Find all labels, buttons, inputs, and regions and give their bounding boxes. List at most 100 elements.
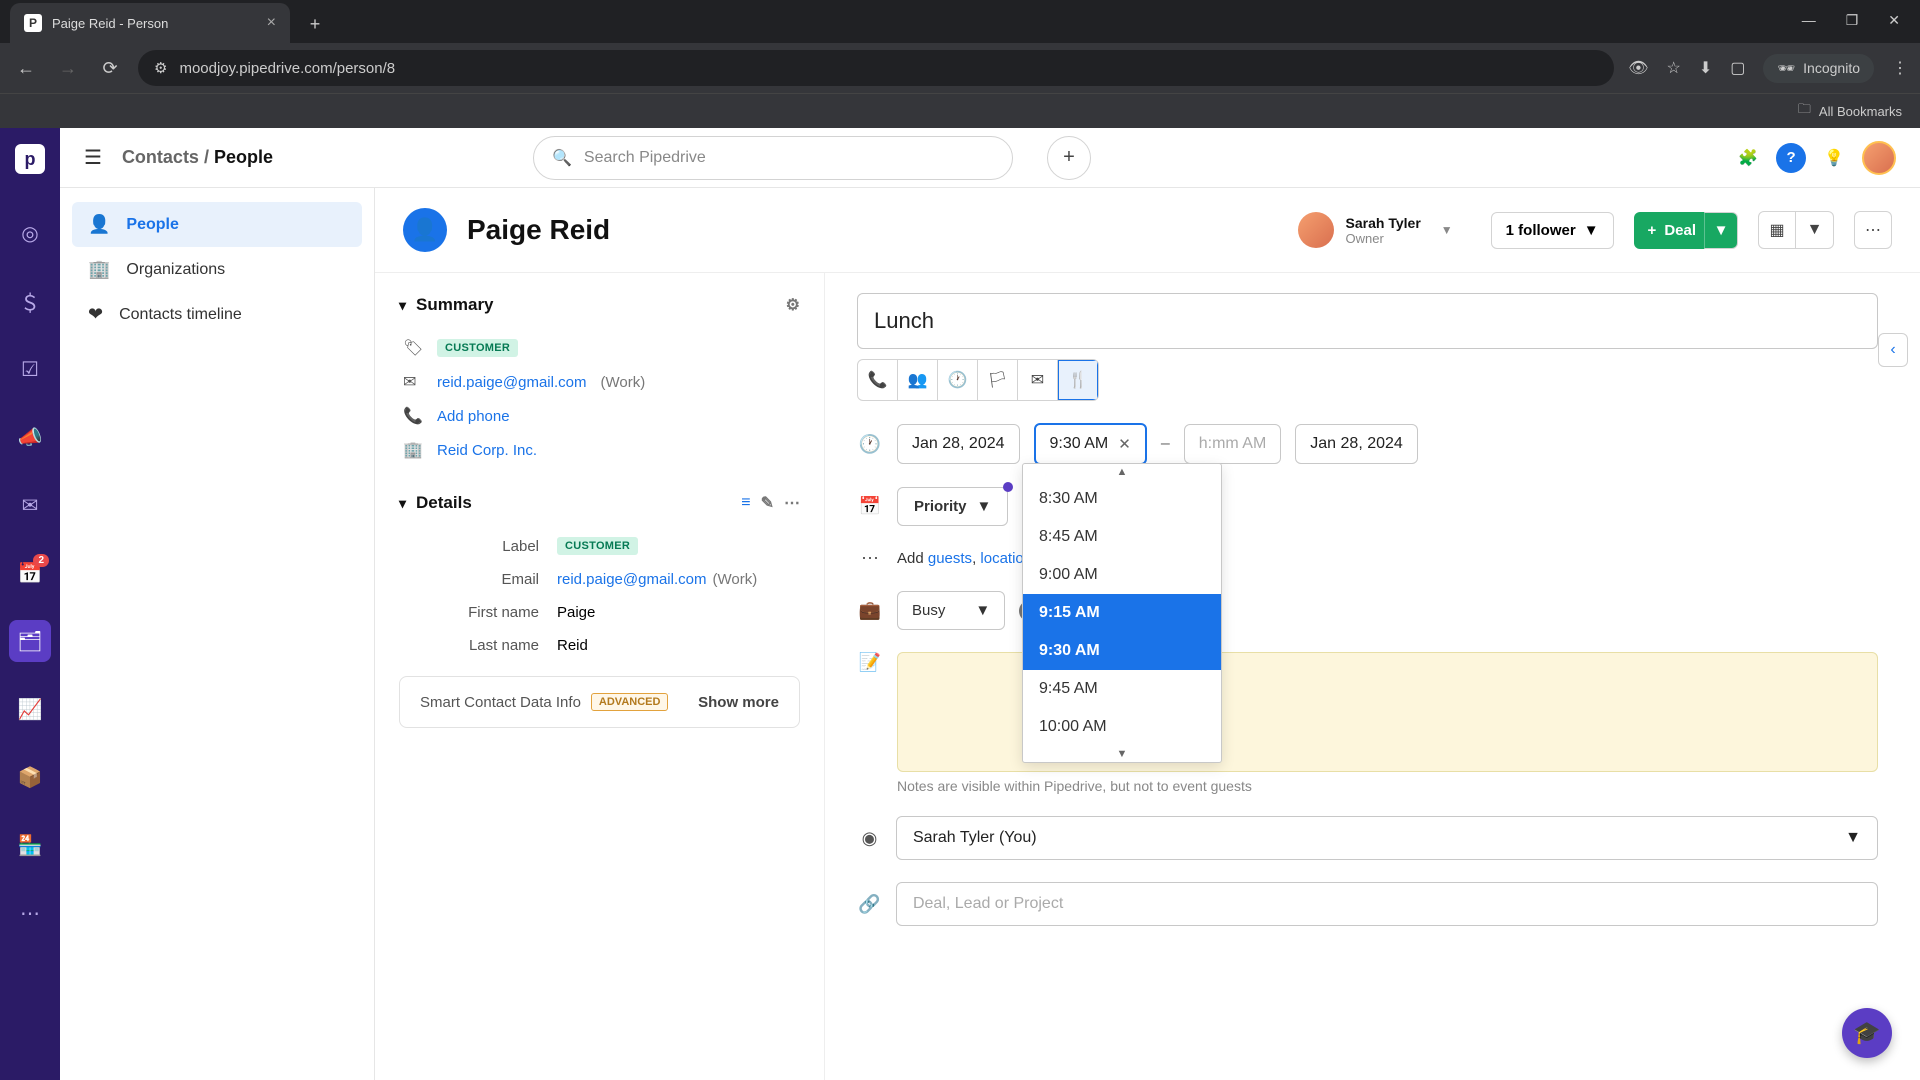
time-option[interactable]: 9:15 AM <box>1023 594 1221 632</box>
layout-grid-button[interactable]: ▦ <box>1758 211 1796 249</box>
detail-value: Paige <box>557 604 595 621</box>
rail-dollar-icon[interactable]: ＄ <box>9 280 51 322</box>
clear-time-icon[interactable]: ✕ <box>1118 435 1131 453</box>
deal-lead-input[interactable]: Deal, Lead or Project <box>896 882 1878 926</box>
breadcrumb-parent[interactable]: Contacts <box>122 147 199 167</box>
user-avatar[interactable] <box>1862 141 1896 175</box>
sidebar-item-timeline[interactable]: ❤ Contacts timeline <box>72 292 362 337</box>
incognito-badge[interactable]: 🕶 Incognito <box>1763 54 1874 83</box>
detail-label: Last name <box>399 637 539 654</box>
busy-dropdown[interactable]: Busy ▼ <box>897 591 1005 630</box>
gear-icon[interactable]: ⚙ <box>786 295 800 315</box>
contact-avatar-icon[interactable]: 👤 <box>403 208 447 252</box>
rail-products-icon[interactable]: 📦 <box>9 756 51 798</box>
assignee-value: Sarah Tyler (You) <box>913 829 1037 847</box>
activity-meeting-icon[interactable]: 👥 <box>898 360 938 400</box>
start-date-input[interactable]: Jan 28, 2024 <box>897 424 1020 464</box>
start-time-input[interactable]: 9:30 AM ✕ <box>1034 423 1147 465</box>
add-button[interactable]: + <box>1047 136 1091 180</box>
rail-mail-icon[interactable]: ✉ <box>9 484 51 526</box>
url-input[interactable]: ⚙ moodjoy.pipedrive.com/person/8 <box>138 50 1614 86</box>
incognito-icon: 🕶 <box>1777 60 1795 77</box>
email-link[interactable]: reid.paige@gmail.com <box>437 374 586 391</box>
end-date-input[interactable]: Jan 28, 2024 <box>1295 424 1418 464</box>
time-option[interactable]: 9:45 AM <box>1023 670 1221 708</box>
site-settings-icon[interactable]: ⚙ <box>154 59 167 77</box>
detail-value: Reid <box>557 637 588 654</box>
add-phone-link[interactable]: Add phone <box>437 408 510 425</box>
show-more-link[interactable]: Show more <box>698 694 779 711</box>
reload-button[interactable]: ⟳ <box>96 54 124 82</box>
rail-check-icon[interactable]: ☑ <box>9 348 51 390</box>
maximize-icon[interactable]: ❐ <box>1846 12 1859 31</box>
time-option[interactable]: 8:45 AM <box>1023 518 1221 556</box>
sidebar: 👤 People 🏢 Organizations ❤ Contacts time… <box>60 188 375 1080</box>
time-option-selected[interactable]: 9:30 AM <box>1023 632 1221 670</box>
close-tab-icon[interactable]: × <box>267 14 276 32</box>
add-deal-button[interactable]: + Deal <box>1634 212 1710 249</box>
lightbulb-icon[interactable]: 💡 <box>1824 148 1844 168</box>
customer-tag[interactable]: CUSTOMER <box>557 537 638 555</box>
more-icon[interactable]: ⋯ <box>784 493 800 513</box>
priority-dropdown[interactable]: Priority ▼ <box>897 487 1008 526</box>
edit-icon[interactable]: ✎ <box>761 493 774 513</box>
sidebar-item-people[interactable]: 👤 People <box>72 202 362 247</box>
assignee-dropdown[interactable]: Sarah Tyler (You) ▼ <box>896 816 1878 860</box>
close-window-icon[interactable]: ✕ <box>1888 12 1900 31</box>
time-option[interactable]: 8:30 AM <box>1023 480 1221 518</box>
rail-megaphone-icon[interactable]: 📣 <box>9 416 51 458</box>
owner-avatar[interactable] <box>1298 212 1334 248</box>
bookmarks-folder-icon[interactable]: 🗀 <box>1798 100 1811 122</box>
activity-task-icon[interactable]: 🕐 <box>938 360 978 400</box>
end-time-input[interactable]: h:mm AM <box>1184 424 1282 464</box>
search-input[interactable]: 🔍 Search Pipedrive <box>533 136 1013 180</box>
collapse-panel-button[interactable]: ‹ <box>1878 333 1908 367</box>
owner-dropdown-icon[interactable]: ▼ <box>1441 223 1453 237</box>
rail-target-icon[interactable]: ◎ <box>9 212 51 254</box>
back-button[interactable]: ← <box>12 54 40 82</box>
customer-tag[interactable]: CUSTOMER <box>437 339 518 357</box>
pipedrive-logo[interactable]: p <box>15 144 45 174</box>
rail-marketplace-icon[interactable]: 🏪 <box>9 824 51 866</box>
rail-insights-icon[interactable]: 📈 <box>9 688 51 730</box>
help-icon[interactable]: ? <box>1776 143 1806 173</box>
collapse-icon[interactable]: ▾ <box>399 495 406 512</box>
email-link[interactable]: reid.paige@gmail.com <box>557 571 706 588</box>
activity-email-icon[interactable]: ✉ <box>1018 360 1058 400</box>
more-actions-button[interactable]: ⋯ <box>1854 211 1892 249</box>
activity-call-icon[interactable]: 📞 <box>858 360 898 400</box>
deal-dropdown-button[interactable]: ▼ <box>1704 212 1738 249</box>
minimize-icon[interactable]: — <box>1802 12 1816 31</box>
follower-button[interactable]: 1 follower ▼ <box>1491 212 1614 249</box>
layout-dropdown-button[interactable]: ▼ <box>1796 211 1834 249</box>
collapse-sidebar-icon[interactable]: ☰ <box>84 145 102 170</box>
forward-button[interactable]: → <box>54 54 82 82</box>
academy-fab[interactable]: 🎓 <box>1842 1008 1892 1058</box>
panel-icon[interactable]: ▢ <box>1730 58 1745 78</box>
activity-lunch-icon[interactable]: 🍴 <box>1058 360 1098 400</box>
filter-icon[interactable]: ≡ <box>741 494 750 512</box>
bookmark-star-icon[interactable]: ☆ <box>1667 58 1681 78</box>
scroll-up-icon[interactable]: ▲ <box>1023 464 1221 480</box>
rail-calendar-icon[interactable]: 📅 2 <box>9 552 51 594</box>
browser-tab[interactable]: P Paige Reid - Person × <box>10 3 290 43</box>
new-tab-button[interactable]: + <box>300 9 330 39</box>
eye-off-icon[interactable]: 👁 <box>1628 58 1648 78</box>
time-option[interactable]: 9:00 AM <box>1023 556 1221 594</box>
download-icon[interactable]: ⬇ <box>1699 58 1712 78</box>
activity-title-input[interactable] <box>857 293 1878 349</box>
time-option[interactable]: 10:00 AM <box>1023 708 1221 746</box>
org-link[interactable]: Reid Corp. Inc. <box>437 442 537 459</box>
extensions-icon[interactable]: 🧩 <box>1738 148 1758 168</box>
sidebar-item-label: Contacts timeline <box>119 306 242 324</box>
all-bookmarks-link[interactable]: All Bookmarks <box>1819 104 1902 119</box>
collapse-icon[interactable]: ▾ <box>399 297 406 314</box>
rail-more-icon[interactable]: ⋯ <box>9 892 51 934</box>
sidebar-item-organizations[interactable]: 🏢 Organizations <box>72 247 362 292</box>
activity-deadline-icon[interactable]: 🏳 <box>978 360 1018 400</box>
rail-contacts-icon[interactable]: 🗂 <box>9 620 51 662</box>
add-guests-link[interactable]: guests <box>928 550 972 567</box>
scroll-down-icon[interactable]: ▼ <box>1023 746 1221 762</box>
browser-menu-icon[interactable]: ⋮ <box>1892 58 1908 78</box>
left-panel: ▾ Summary ⚙ 🏷 CUSTOMER ✉ r <box>375 273 825 1080</box>
